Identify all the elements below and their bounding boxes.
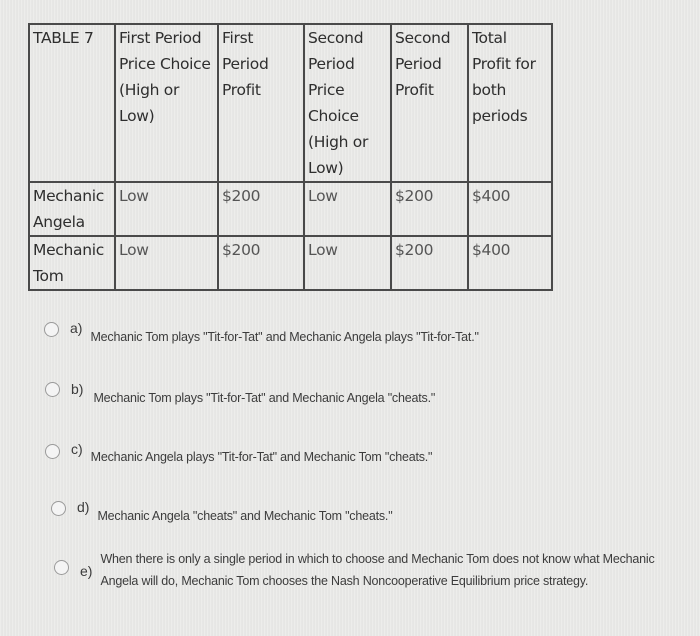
- option-text[interactable]: Mechanic Angela "cheats" and Mechanic To…: [97, 505, 392, 528]
- option-text[interactable]: When there is only a single period in wh…: [100, 548, 660, 592]
- radio-button-e[interactable]: [54, 560, 69, 575]
- option-letter: b): [71, 381, 84, 397]
- option-text[interactable]: Mechanic Tom plays "Tit-for-Tat" and Mec…: [93, 387, 435, 410]
- answer-option-d[interactable]: d) Mechanic Angela "cheats" and Mechanic…: [51, 499, 393, 528]
- answer-option-c[interactable]: c) Mechanic Angela plays "Tit-for-Tat" a…: [45, 441, 433, 469]
- answer-option-b[interactable]: b) Mechanic Tom plays "Tit-for-Tat" and …: [45, 381, 435, 410]
- answer-options: a) Mechanic Tom plays "Tit-for-Tat" and …: [0, 0, 700, 636]
- option-text[interactable]: Mechanic Angela plays "Tit-for-Tat" and …: [91, 446, 433, 469]
- answer-option-e[interactable]: e) When there is only a single period in…: [54, 552, 660, 592]
- answer-option-a[interactable]: a) Mechanic Tom plays "Tit-for-Tat" and …: [44, 320, 479, 349]
- option-text[interactable]: Mechanic Tom plays "Tit-for-Tat" and Mec…: [90, 326, 478, 349]
- option-letter: e): [80, 563, 93, 579]
- option-letter: c): [71, 441, 83, 457]
- radio-button-c[interactable]: [45, 444, 60, 459]
- radio-button-b[interactable]: [45, 382, 60, 397]
- option-letter: d): [77, 499, 90, 515]
- radio-button-d[interactable]: [51, 501, 66, 516]
- radio-button-a[interactable]: [44, 322, 59, 337]
- option-letter: a): [70, 320, 83, 336]
